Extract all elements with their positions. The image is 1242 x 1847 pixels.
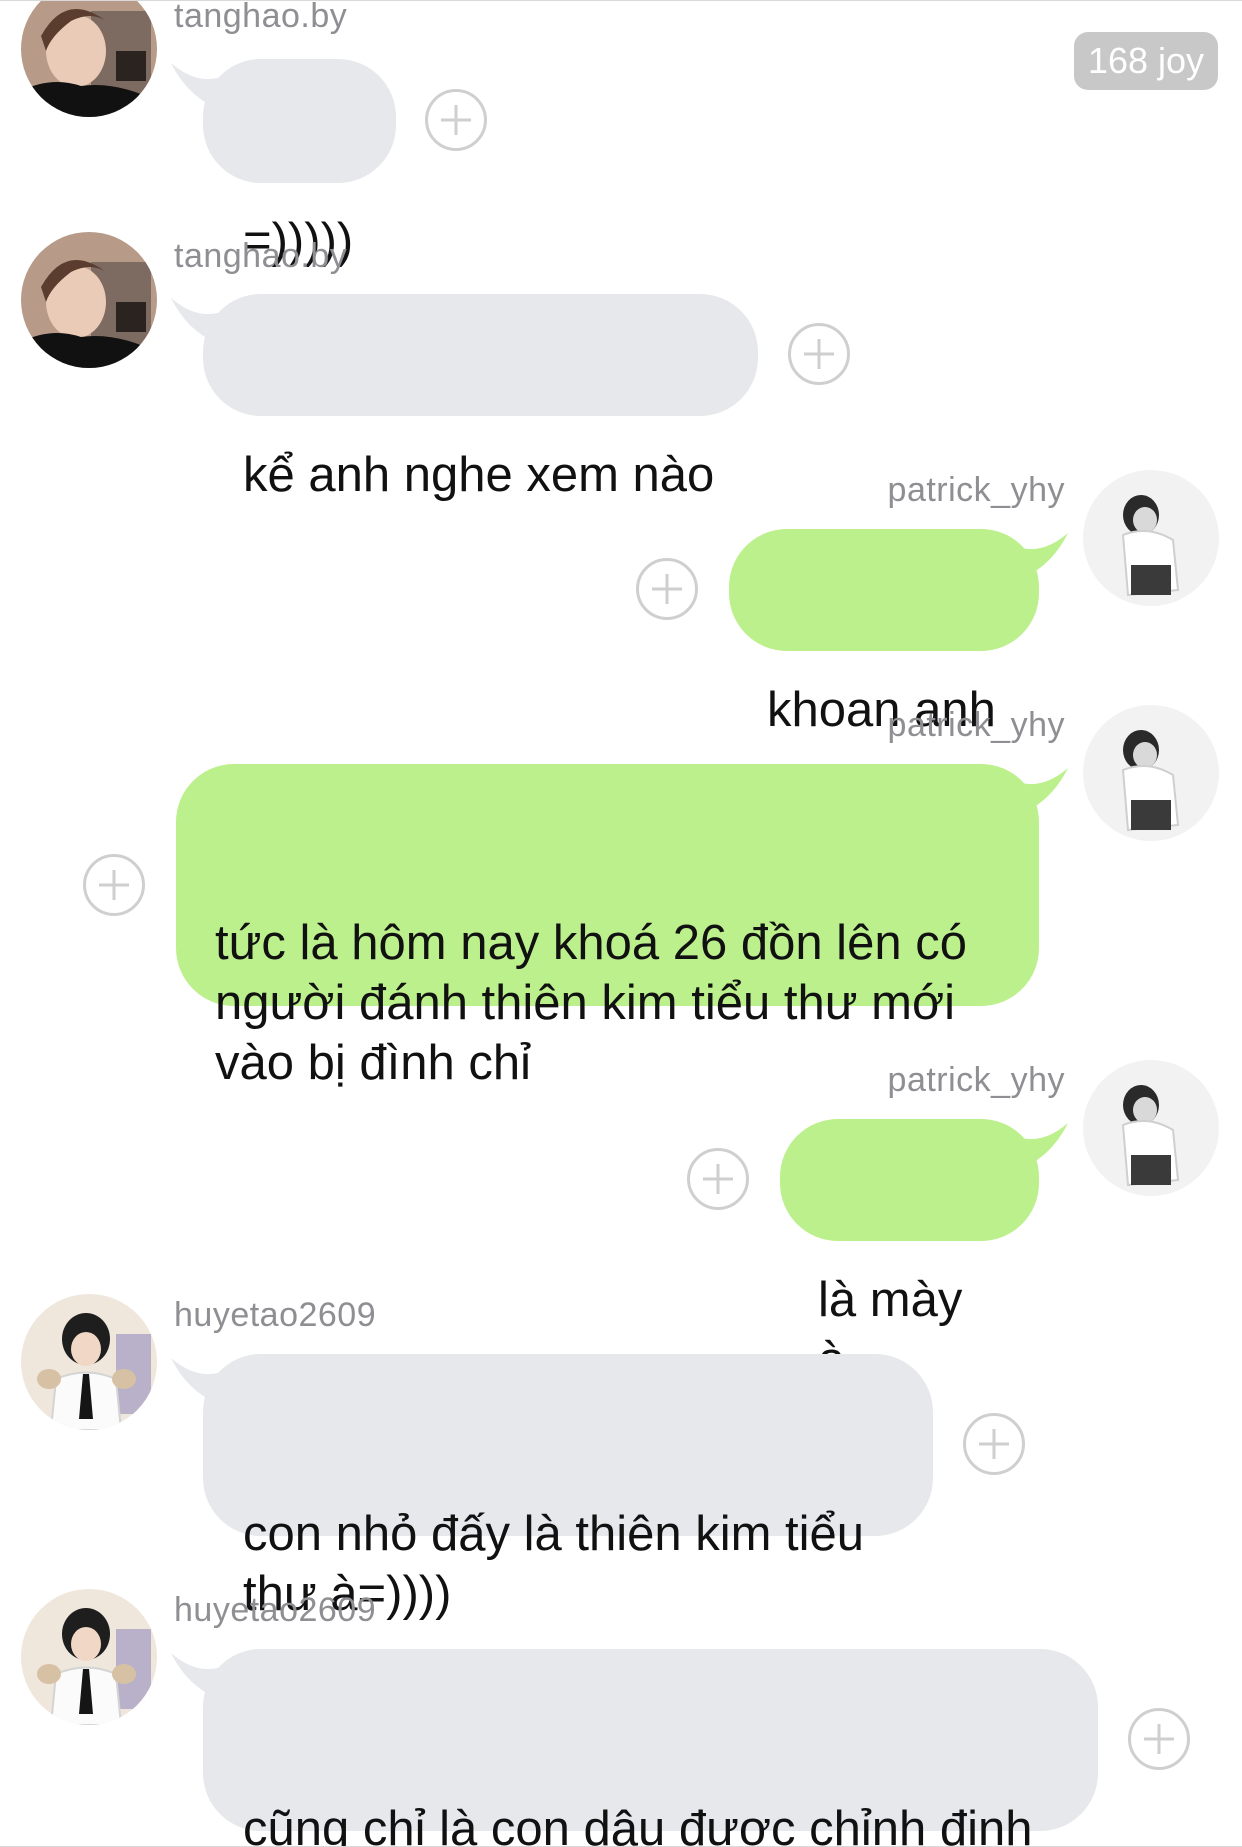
message-bubble[interactable]: tức là hôm nay khoá 26 đồn lên có người … <box>176 764 1039 1090</box>
avatar-tanghao-photo <box>21 232 157 368</box>
avatar-huyetao-photo <box>21 1294 157 1430</box>
message-bubble[interactable]: kể anh nghe xem nào <box>203 294 758 502</box>
message-bubble[interactable]: =))))) <box>203 59 396 268</box>
avatar-patrick[interactable] <box>1083 705 1219 841</box>
avatar-tanghao[interactable] <box>21 1 157 117</box>
message-bubble[interactable]: con nhỏ đấy là thiên kim tiểu thư à=)))) <box>203 1354 933 1621</box>
avatar-huyetao[interactable] <box>21 1294 157 1430</box>
message-bubble[interactable]: khoan anh <box>729 529 1039 737</box>
username-label: tanghao.by <box>174 0 348 35</box>
chat-screen: 168 joy tanghao.by =))))) tanghao.by kể … <box>0 0 1242 1847</box>
message-bubble[interactable]: cũng chỉ là con dâu được chỉnh định của … <box>203 1649 1098 1846</box>
plus-circle-icon[interactable] <box>1128 1708 1190 1770</box>
avatar-patrick[interactable] <box>1083 1060 1219 1196</box>
avatar-patrick-photo <box>1083 470 1219 606</box>
plus-circle-icon[interactable] <box>425 89 487 151</box>
avatar-huyetao[interactable] <box>21 1589 157 1725</box>
plus-circle-icon[interactable] <box>963 1413 1025 1475</box>
username-label: huyetao2609 <box>174 1591 377 1629</box>
score-badge: 168 joy <box>1074 32 1218 90</box>
message-bubble[interactable]: là mày à <box>780 1119 1039 1387</box>
plus-circle-icon[interactable] <box>83 854 145 916</box>
avatar-patrick-photo <box>1083 1060 1219 1196</box>
message-text: cũng chỉ là con dâu được chỉnh định của … <box>243 1802 1033 1847</box>
plus-circle-icon[interactable] <box>687 1148 749 1210</box>
avatar-patrick-photo <box>1083 705 1219 841</box>
avatar-patrick[interactable] <box>1083 470 1219 606</box>
avatar-huyetao-photo <box>21 1589 157 1725</box>
username-label: patrick_yhy <box>887 706 1065 744</box>
username-label: huyetao2609 <box>174 1296 377 1334</box>
message-text: tức là hôm nay khoá 26 đồn lên có người … <box>215 916 967 1090</box>
message-text: kể anh nghe xem nào <box>243 448 715 502</box>
plus-circle-icon[interactable] <box>788 323 850 385</box>
plus-circle-icon[interactable] <box>636 558 698 620</box>
avatar-tanghao-photo <box>21 1 157 117</box>
username-label: patrick_yhy <box>887 471 1065 509</box>
avatar-tanghao[interactable] <box>21 232 157 368</box>
username-label: patrick_yhy <box>887 1061 1065 1099</box>
username-label: tanghao.by <box>174 237 348 275</box>
